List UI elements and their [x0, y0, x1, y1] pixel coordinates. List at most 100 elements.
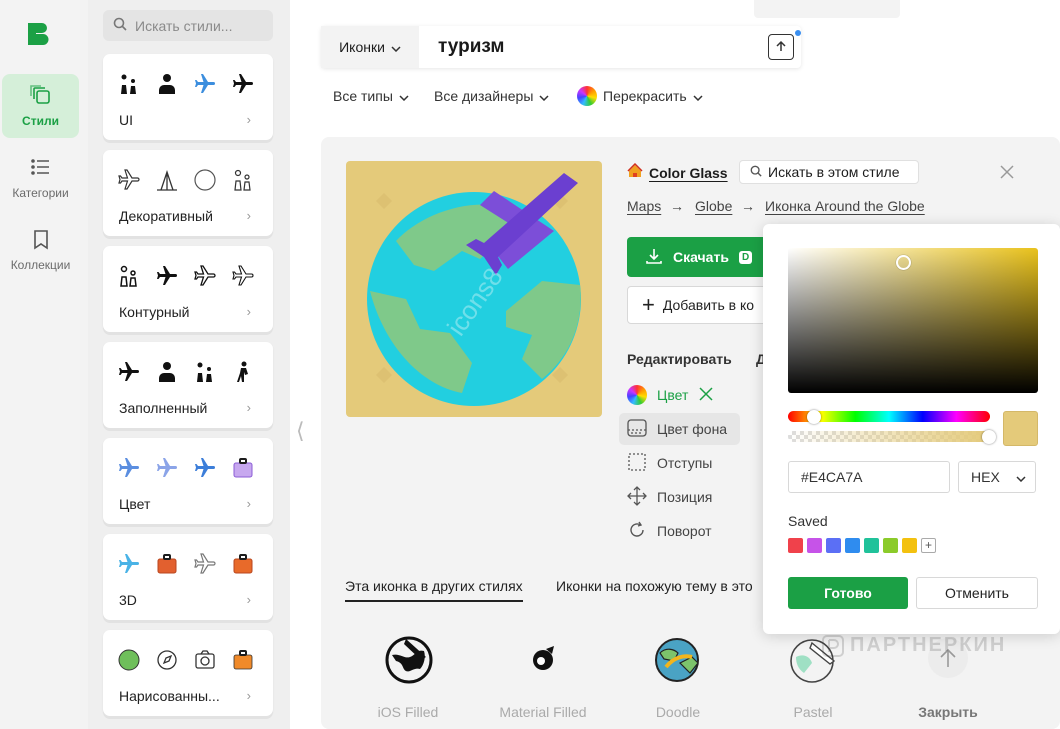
edit-color[interactable]: Цвет [627, 382, 714, 408]
breadcrumb-globe[interactable]: Globe [695, 198, 732, 214]
cancel-button[interactable]: Отменить [916, 577, 1038, 609]
filter-designers-label: Все дизайнеры [434, 88, 534, 104]
breadcrumb-maps[interactable]: Maps [627, 198, 661, 214]
chevron-down-icon [539, 88, 549, 104]
sidebar-item-categories[interactable]: Категории [2, 146, 79, 210]
hue-slider-handle[interactable] [807, 410, 821, 424]
done-label: Готово [824, 585, 872, 601]
filter-types[interactable]: Все типы [333, 86, 409, 106]
family-icon [117, 264, 141, 288]
airplane-icon [193, 72, 217, 96]
alpha-slider-handle[interactable] [982, 430, 996, 444]
sidebar-item-collections[interactable]: Коллекции [2, 218, 79, 282]
edit-background[interactable]: Цвет фона [619, 413, 740, 445]
camera-icon [195, 650, 215, 669]
filter-recolor-label: Перекрасить [603, 88, 687, 104]
airplane-icon [155, 264, 179, 288]
sidebar-item-label: Коллекции [10, 258, 71, 272]
style-card-decorative[interactable]: Декоративный › [103, 150, 273, 236]
saved-color-swatch[interactable] [883, 538, 898, 553]
style-label-material-filled: Material Filled [499, 704, 587, 720]
search-in-style-button[interactable]: Искать в этом стиле [739, 160, 919, 184]
saturation-picker[interactable] [788, 248, 1038, 393]
style-label-doodle: Doodle [655, 704, 701, 720]
download-button[interactable]: Скачать D [627, 237, 767, 277]
airplane-icon [117, 168, 141, 192]
style-search-input[interactable]: Искать стили... [103, 10, 273, 41]
style-card-color[interactable]: Цвет › [103, 438, 273, 524]
filter-designers[interactable]: Все дизайнеры [434, 86, 549, 106]
alpha-slider[interactable] [788, 431, 990, 442]
style-card-ui[interactable]: UI › [103, 54, 273, 140]
watermark-text: ПАРТНЕРКИН [850, 634, 1007, 656]
sidebar-item-label: Категории [12, 186, 69, 200]
hex-input[interactable]: #E4CA7A [788, 461, 950, 493]
chevron-right-icon: › [246, 304, 251, 319]
icon-preview: icons8 [346, 161, 602, 417]
globe-icon [117, 648, 141, 672]
edit-heading: Редактировать [627, 351, 732, 367]
upload-image-icon[interactable] [768, 34, 794, 60]
style-card-outline[interactable]: Контурный › [103, 246, 273, 332]
saved-color-swatch[interactable] [788, 538, 803, 553]
add-label: Добавить в ко [662, 297, 755, 313]
breadcrumb-icon[interactable]: Иконка Around the Globe [765, 198, 925, 214]
chevron-right-icon: › [246, 496, 251, 511]
airplane-icon [231, 264, 255, 288]
style-icon-material-filled[interactable] [518, 635, 568, 685]
edit-padding[interactable]: Отступы [627, 450, 712, 476]
clear-color-icon[interactable] [698, 386, 714, 405]
partnerkin-watermark: ПАРТНЕРКИН [822, 634, 1006, 657]
style-card-label: Заполненный [119, 400, 208, 416]
main-search: Иконки туризм [321, 26, 801, 68]
saved-color-swatch[interactable] [826, 538, 841, 553]
close-label[interactable]: Закрыть [893, 704, 1003, 720]
saved-color-swatch[interactable] [845, 538, 860, 553]
style-icon-ios-filled[interactable] [384, 635, 434, 685]
filter-recolor[interactable]: Перекрасить [577, 86, 703, 106]
airplane-icon [117, 456, 141, 480]
search-type-dropdown[interactable]: Иконки [321, 26, 419, 68]
edit-position[interactable]: Позиция [627, 484, 712, 510]
style-card-label: Нарисованны... [119, 688, 220, 704]
breadcrumb-separator: → [670, 198, 684, 214]
saved-color-swatch[interactable] [864, 538, 879, 553]
color-format-select[interactable]: HEX [958, 461, 1036, 493]
chevron-right-icon: › [246, 208, 251, 223]
color-format-label: HEX [971, 469, 1000, 485]
airplane-icon [117, 360, 141, 384]
icons8-logo[interactable] [24, 20, 52, 48]
doctor-icon [155, 72, 179, 96]
style-name: Color Glass [649, 164, 728, 181]
notification-dot [795, 30, 801, 36]
chevron-down-icon [1016, 469, 1026, 485]
saved-color-swatch[interactable] [902, 538, 917, 553]
doctor-icon [155, 360, 179, 384]
list-icon [30, 156, 52, 181]
saturation-handle[interactable] [896, 255, 911, 270]
collapse-panel-icon[interactable]: ⟨ [296, 418, 305, 444]
style-card-filled[interactable]: Заполненный › [103, 342, 273, 428]
tent-icon [157, 169, 177, 191]
style-card-3d[interactable]: 3D › [103, 534, 273, 620]
style-card-drawn[interactable]: Нарисованны... › [103, 630, 273, 716]
suitcase-icon [231, 552, 255, 576]
tab-similar-icons[interactable]: Иконки на похожую тему в это [556, 578, 753, 594]
sidebar-item-styles[interactable]: Стили [2, 74, 79, 138]
chevron-down-icon [399, 88, 409, 104]
search-icon [750, 164, 762, 180]
tab-other-styles[interactable]: Эта иконка в других стилях [345, 578, 523, 602]
search-input[interactable]: туризм [438, 36, 504, 58]
color-wheel-icon [627, 385, 647, 405]
add-saved-color-icon[interactable]: + [921, 538, 936, 553]
saved-color-swatch[interactable] [807, 538, 822, 553]
style-icon-doodle[interactable] [652, 635, 702, 685]
globe-icon [193, 168, 217, 192]
edit-position-label: Позиция [657, 489, 713, 505]
close-icon[interactable] [998, 163, 1016, 181]
add-to-collection-button[interactable]: + Добавить в ко [627, 286, 767, 324]
style-name-link[interactable]: Color Glass [627, 162, 728, 182]
style-card-label: Цвет [119, 496, 151, 512]
done-button[interactable]: Готово [788, 577, 908, 609]
edit-rotate[interactable]: Поворот [627, 518, 712, 544]
